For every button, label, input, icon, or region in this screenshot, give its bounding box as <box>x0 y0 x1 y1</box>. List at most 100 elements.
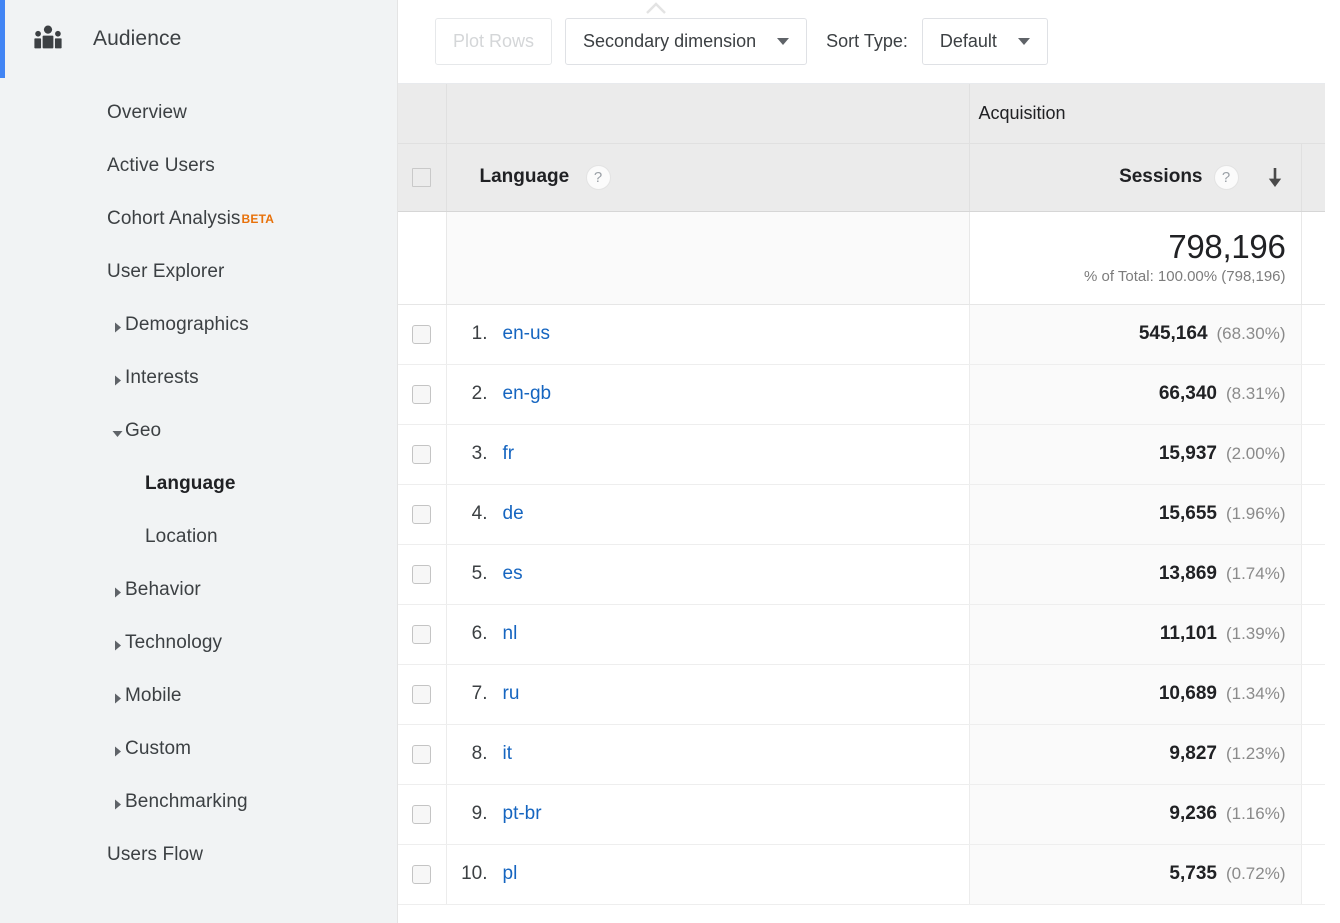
row-checkbox[interactable] <box>412 385 431 404</box>
row-checkbox[interactable] <box>412 865 431 884</box>
row-extra-cell <box>1301 544 1325 604</box>
row-extra-cell <box>1301 364 1325 424</box>
row-checkbox[interactable] <box>412 745 431 764</box>
row-checkbox[interactable] <box>412 565 431 584</box>
table-group-header-row: Acquisition <box>398 84 1325 143</box>
row-language-link[interactable]: es <box>503 563 523 585</box>
sidebar-navigation: Audience Overview Active Users Cohort Anal… <box>0 0 398 923</box>
row-sessions-cell: 15,655(1.96%) <box>969 484 1301 544</box>
row-language-link[interactable]: ru <box>503 683 520 705</box>
triangle-right-icon[interactable] <box>111 583 124 596</box>
row-extra-cell <box>1301 784 1325 844</box>
row-rank: 6. <box>447 623 503 645</box>
sidebar-item-overview[interactable]: Overview <box>0 86 398 139</box>
row-language-link[interactable]: pt-br <box>503 803 542 825</box>
row-sessions-cell: 11,101(1.39%) <box>969 604 1301 664</box>
sidebar-item-mobile[interactable]: Mobile <box>0 669 398 722</box>
totals-sessions-value: 798,196 <box>970 230 1286 265</box>
table-row: 6.nl11,101(1.39%) <box>398 604 1325 664</box>
sidebar-item-custom[interactable]: Custom <box>0 722 398 775</box>
sidebar-item-interests[interactable]: Interests <box>0 351 398 404</box>
row-language-link[interactable]: nl <box>503 623 518 645</box>
row-sessions-value: 5,735 <box>1169 863 1217 884</box>
table-row: 8.it9,827(1.23%) <box>398 724 1325 784</box>
row-checkbox[interactable] <box>412 625 431 644</box>
row-language-link[interactable]: it <box>503 743 513 765</box>
report-main-panel: Plot Rows Secondary dimension Sort Type:… <box>398 0 1325 923</box>
row-sessions-cell: 15,937(2.00%) <box>969 424 1301 484</box>
triangle-right-icon[interactable] <box>111 636 124 649</box>
sort-type-dropdown[interactable]: Default <box>922 18 1048 65</box>
beta-badge: BETA <box>242 212 275 226</box>
triangle-right-icon[interactable] <box>111 795 124 808</box>
triangle-right-icon[interactable] <box>111 689 124 702</box>
table-row: 1.en-us545,164(68.30%) <box>398 304 1325 364</box>
row-checkbox-cell <box>398 424 446 484</box>
sidebar-item-language[interactable]: Language <box>0 457 398 510</box>
row-extra-cell <box>1301 424 1325 484</box>
row-extra-cell <box>1301 724 1325 784</box>
row-language-link[interactable]: en-gb <box>503 383 552 405</box>
row-rank: 4. <box>447 503 503 525</box>
sidebar-item-label: Benchmarking <box>125 791 248 813</box>
sidebar-item-location[interactable]: Location <box>0 510 398 563</box>
select-all-checkbox[interactable] <box>412 168 431 187</box>
row-checkbox[interactable] <box>412 805 431 824</box>
row-language-link[interactable]: en-us <box>503 323 551 345</box>
sidebar-item-users-flow[interactable]: Users Flow <box>0 828 398 881</box>
row-sessions-value: 13,869 <box>1159 563 1217 584</box>
sidebar-item-technology[interactable]: Technology <box>0 616 398 669</box>
triangle-down-icon[interactable] <box>111 424 124 437</box>
row-extra-cell <box>1301 304 1325 364</box>
column-header-sessions-label: Sessions <box>1119 166 1202 188</box>
group-header-blank-dimension <box>446 84 969 143</box>
row-language-cell: 2.en-gb <box>446 364 969 424</box>
triangle-right-icon[interactable] <box>111 318 124 331</box>
row-rank: 3. <box>447 443 503 465</box>
row-sessions-percent: (1.74%) <box>1226 564 1286 583</box>
row-extra-cell <box>1301 844 1325 904</box>
sidebar-section-header[interactable]: Audience <box>0 0 398 78</box>
sidebar-item-benchmarking[interactable]: Benchmarking <box>0 775 398 828</box>
sidebar-item-user-explorer[interactable]: User Explorer <box>0 245 398 298</box>
row-checkbox[interactable] <box>412 445 431 464</box>
row-checkbox[interactable] <box>412 685 431 704</box>
plot-rows-button[interactable]: Plot Rows <box>435 18 552 65</box>
column-header-language[interactable]: Language ? <box>446 143 969 211</box>
sidebar-item-geo[interactable]: Geo <box>0 404 398 457</box>
row-sessions-percent: (1.16%) <box>1226 804 1286 823</box>
row-sessions-percent: (8.31%) <box>1226 384 1286 403</box>
table-row: 9.pt-br9,236(1.16%) <box>398 784 1325 844</box>
sidebar-item-active-users[interactable]: Active Users <box>0 139 398 192</box>
triangle-right-icon[interactable] <box>111 742 124 755</box>
row-checkbox[interactable] <box>412 325 431 344</box>
row-sessions-percent: (1.39%) <box>1226 624 1286 643</box>
sidebar-item-demographics[interactable]: Demographics <box>0 298 398 351</box>
row-language-link[interactable]: de <box>503 503 524 525</box>
question-mark-icon[interactable]: ? <box>1214 165 1239 190</box>
question-mark-icon[interactable]: ? <box>586 165 611 190</box>
triangle-right-icon[interactable] <box>111 371 124 384</box>
row-sessions-percent: (1.34%) <box>1226 684 1286 703</box>
chevron-down-icon <box>1018 38 1030 45</box>
sidebar-item-behavior[interactable]: Behavior <box>0 563 398 616</box>
report-data-table: Acquisition Language ? Sessions ? <box>398 84 1325 905</box>
row-language-cell: 10.pl <box>446 844 969 904</box>
table-column-header-row: Language ? Sessions ? <box>398 143 1325 211</box>
table-row: 2.en-gb66,340(8.31%) <box>398 364 1325 424</box>
sidebar-item-cohort-analysis[interactable]: Cohort AnalysisBETA <box>0 192 398 245</box>
row-language-link[interactable]: pl <box>503 863 518 885</box>
sidebar-item-label: Cohort Analysis <box>107 208 241 230</box>
row-language-cell: 6.nl <box>446 604 969 664</box>
sidebar-item-label: Technology <box>125 632 222 654</box>
sidebar-item-label: Demographics <box>125 314 249 336</box>
row-sessions-value: 545,164 <box>1139 323 1208 344</box>
sidebar-item-label: Active Users <box>107 155 215 177</box>
secondary-dimension-dropdown[interactable]: Secondary dimension <box>565 18 807 65</box>
row-rank: 9. <box>447 803 503 825</box>
row-checkbox[interactable] <box>412 505 431 524</box>
arrow-down-icon[interactable] <box>1264 165 1286 189</box>
column-header-sessions[interactable]: Sessions ? <box>969 143 1301 211</box>
row-language-link[interactable]: fr <box>503 443 515 465</box>
row-checkbox-cell <box>398 664 446 724</box>
